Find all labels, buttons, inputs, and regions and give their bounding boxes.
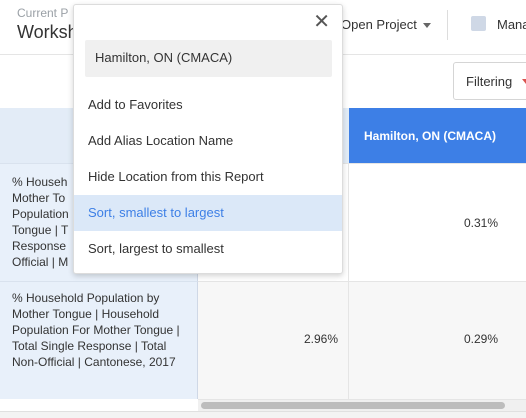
page-title[interactable]: Worksh <box>17 22 78 43</box>
location-context-menu: ✕ Hamilton, ON (CMACA) Add to Favorites … <box>73 4 343 274</box>
cell-value: 0.31% <box>463 216 498 230</box>
cell-value: 0.29% <box>463 332 498 346</box>
breadcrumb-label: Current P <box>17 6 69 20</box>
header-divider <box>447 10 448 40</box>
filtering-label: Filtering <box>466 74 513 89</box>
chevron-down-icon <box>522 79 526 84</box>
horizontal-scrollbar[interactable] <box>198 399 526 411</box>
menu-item-add-alias[interactable]: Add Alias Location Name <box>74 123 342 159</box>
open-project-button[interactable]: Open Project <box>341 17 431 32</box>
row-label: % Household Population by Mother Tongue … <box>0 281 198 399</box>
close-icon[interactable]: ✕ <box>313 12 330 32</box>
manage-button-label[interactable]: Mana <box>497 17 526 32</box>
menu-item-sort-ascending[interactable]: Sort, smallest to largest <box>74 195 342 231</box>
menu-item-sort-descending[interactable]: Sort, largest to smallest <box>74 231 342 267</box>
table-cell: 2.96% <box>198 281 349 399</box>
table-footer <box>0 411 526 418</box>
manage-icon[interactable] <box>471 16 486 31</box>
filtering-button[interactable]: Filtering <box>453 62 526 100</box>
cell-value: 2.96% <box>303 332 338 346</box>
menu-item-hide-location[interactable]: Hide Location from this Report <box>74 159 342 195</box>
menu-item-add-to-favorites[interactable]: Add to Favorites <box>74 87 342 123</box>
table-cell: 0.29% <box>349 281 526 399</box>
location-name-box: Hamilton, ON (CMACA) <box>85 40 332 77</box>
open-project-label: Open Project <box>341 17 417 32</box>
table-cell: 0.31% <box>349 163 526 281</box>
row-label-text: % Household Population by Mother Tongue … <box>12 291 180 369</box>
scrollbar-thumb[interactable] <box>201 402 505 409</box>
chevron-down-icon <box>422 23 431 29</box>
context-menu-list: Add to Favorites Add Alias Location Name… <box>74 87 342 267</box>
column-header-hamilton[interactable]: Hamilton, ON (CMACA) <box>349 108 526 163</box>
row-label-text: % Househ Mother To Population Tongue | T… <box>12 175 69 269</box>
